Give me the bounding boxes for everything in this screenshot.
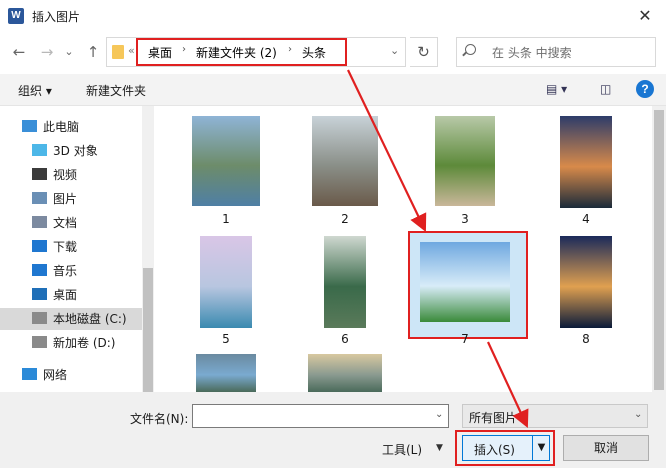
sidebar-item-label: 3D 对象 bbox=[53, 144, 98, 158]
recent-dropdown-button[interactable]: ⌄ bbox=[58, 40, 80, 64]
insert-highlight-box bbox=[455, 430, 555, 466]
file-name-label[interactable]: 8 bbox=[576, 332, 596, 346]
file-name-label[interactable]: 1 bbox=[216, 212, 236, 226]
desktop-icon bbox=[32, 288, 47, 300]
title-bar bbox=[0, 0, 666, 32]
file-grid: 1 2 3 4 5 6 7 8 bbox=[154, 106, 652, 392]
refresh-button[interactable]: ↻ bbox=[410, 37, 438, 67]
music-icon bbox=[32, 264, 47, 276]
address-history-dropdown[interactable]: ⌄ bbox=[390, 44, 399, 57]
address-overflow-button[interactable]: « bbox=[128, 44, 135, 57]
sidebar-item-label: 下载 bbox=[53, 240, 78, 254]
image-thumbnail[interactable] bbox=[308, 354, 382, 392]
sidebar-item-label: 文档 bbox=[53, 216, 78, 230]
sidebar-item-label: 桌面 bbox=[53, 288, 78, 302]
file-name-label[interactable]: 5 bbox=[216, 332, 236, 346]
image-thumbnail[interactable] bbox=[312, 116, 378, 206]
image-thumbnail[interactable] bbox=[192, 116, 260, 206]
sidebar-item[interactable]: 此电脑 bbox=[22, 116, 79, 138]
filename-input[interactable] bbox=[192, 404, 449, 428]
sidebar-item-label: 新加卷 (D:) bbox=[53, 336, 116, 350]
search-icon bbox=[465, 44, 476, 55]
sidebar-item[interactable]: 桌面 bbox=[32, 284, 77, 306]
sidebar-item-label: 网络 bbox=[43, 368, 68, 382]
window-title: 插入图片 bbox=[32, 10, 81, 24]
tools-dropdown-icon[interactable]: ▼ bbox=[436, 443, 443, 453]
image-thumbnail[interactable] bbox=[560, 116, 612, 208]
help-icon[interactable]: ? bbox=[636, 80, 654, 98]
up-button[interactable]: ↑ bbox=[82, 40, 104, 64]
sidebar-item[interactable]: 视频 bbox=[32, 164, 77, 186]
sidebar-item[interactable]: 下载 bbox=[32, 236, 77, 258]
grid-scrollbar-thumb[interactable] bbox=[654, 110, 664, 390]
image-thumbnail[interactable] bbox=[196, 354, 256, 392]
image-thumbnail[interactable] bbox=[420, 242, 510, 322]
video-icon bbox=[32, 168, 47, 180]
view-options-button[interactable]: ▤ ▾ bbox=[546, 82, 567, 96]
address-highlight-box bbox=[136, 38, 347, 66]
organize-menu-button[interactable]: 组织 ▾ bbox=[18, 82, 52, 99]
cube-icon bbox=[32, 144, 47, 156]
sidebar-scrollbar-thumb[interactable] bbox=[143, 268, 153, 392]
back-button[interactable]: ← bbox=[8, 40, 30, 64]
new-folder-button[interactable]: 新建文件夹 bbox=[86, 82, 146, 99]
navigation-pane: 此电脑 3D 对象视频图片文档下载音乐桌面本地磁盘 (C:) 新加卷 (D:) 网络 bbox=[0, 106, 154, 392]
close-button[interactable]: ✕ bbox=[630, 4, 660, 28]
picture-icon bbox=[32, 192, 47, 204]
sidebar-item[interactable]: 网络 bbox=[22, 364, 67, 386]
sidebar-item-label: 此电脑 bbox=[43, 120, 80, 134]
sidebar-item[interactable]: 图片 bbox=[32, 188, 77, 210]
image-thumbnail[interactable] bbox=[435, 116, 495, 206]
filetype-select[interactable]: 所有图片 bbox=[462, 404, 648, 428]
network-icon bbox=[22, 368, 37, 380]
chevron-down-icon[interactable]: ⌄ bbox=[634, 409, 642, 420]
image-thumbnail[interactable] bbox=[200, 236, 252, 328]
folder-icon bbox=[112, 45, 124, 59]
filename-label: 文件名(N): bbox=[130, 412, 189, 426]
document-icon bbox=[32, 216, 47, 228]
image-thumbnail[interactable] bbox=[324, 236, 366, 328]
sidebar-item[interactable]: 音乐 bbox=[32, 260, 77, 282]
filename-history-dropdown[interactable]: ⌄ bbox=[435, 409, 443, 420]
search-placeholder: 在 头条 中搜索 bbox=[492, 46, 572, 60]
tools-menu-button[interactable]: 工具(L) bbox=[382, 441, 422, 458]
sidebar-item-label: 音乐 bbox=[53, 264, 78, 278]
forward-button[interactable]: → bbox=[36, 40, 58, 64]
file-name-label[interactable]: 4 bbox=[576, 212, 596, 226]
file-name-label[interactable]: 3 bbox=[455, 212, 475, 226]
sidebar-item[interactable]: 文档 bbox=[32, 212, 77, 234]
download-icon bbox=[32, 240, 47, 252]
sidebar-item[interactable]: 3D 对象 bbox=[32, 140, 98, 162]
drive-icon bbox=[32, 336, 47, 348]
sidebar-item[interactable]: 新加卷 (D:) bbox=[32, 332, 115, 354]
sidebar-item-label: 图片 bbox=[53, 192, 78, 206]
file-name-label[interactable]: 2 bbox=[335, 212, 355, 226]
cancel-button[interactable]: 取消 bbox=[563, 435, 649, 461]
drive-icon bbox=[32, 312, 47, 324]
sidebar-item-label: 视频 bbox=[53, 168, 78, 182]
sidebar-item-label: 本地磁盘 (C:) bbox=[53, 312, 127, 326]
word-icon: W bbox=[8, 8, 24, 24]
preview-pane-button[interactable]: ◫ bbox=[600, 82, 611, 96]
file-name-label[interactable]: 6 bbox=[335, 332, 355, 346]
sidebar-item[interactable]: 本地磁盘 (C:) bbox=[0, 308, 142, 330]
image-thumbnail[interactable] bbox=[560, 236, 612, 328]
computer-icon bbox=[22, 120, 37, 132]
file-name-label[interactable]: 7 bbox=[455, 332, 475, 346]
